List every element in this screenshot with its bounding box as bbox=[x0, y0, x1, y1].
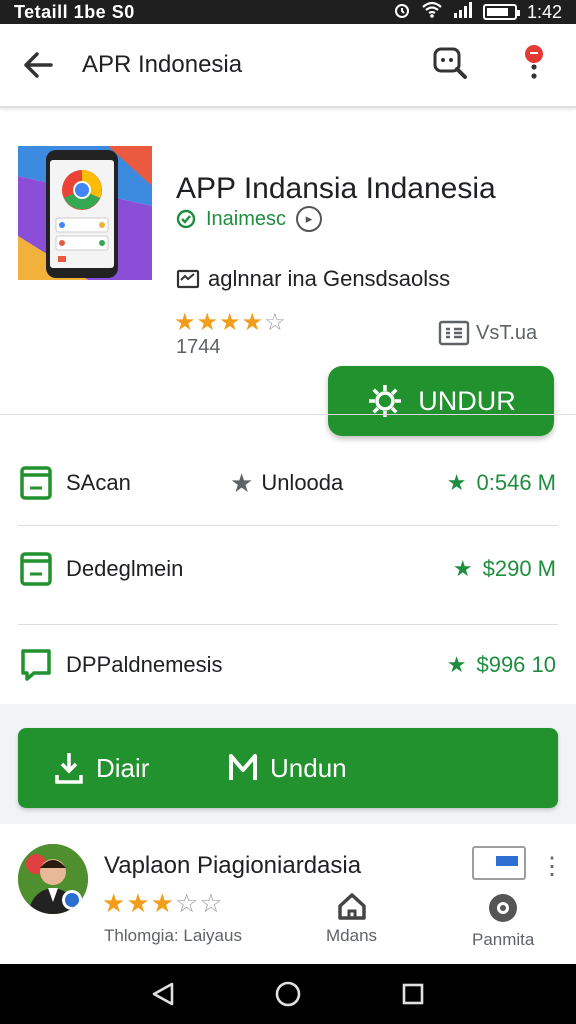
star-filled-icon: ★ bbox=[126, 888, 151, 918]
notification-icon[interactable] bbox=[512, 42, 556, 86]
review-rating-stars: ★★★☆☆ bbox=[102, 888, 224, 919]
star-empty-icon: ☆ bbox=[264, 309, 287, 336]
detail-value-text: 0:546 M bbox=[476, 470, 557, 495]
detail-value: ★ $996 10 bbox=[447, 652, 556, 678]
folder-icon bbox=[20, 466, 52, 500]
app-name: APP Indansia Indanesia bbox=[176, 172, 496, 205]
secondary-action-label: Undun bbox=[270, 752, 347, 783]
star-filled-icon: ★ bbox=[196, 309, 220, 336]
secondary-action-button[interactable]: Undun bbox=[228, 728, 347, 808]
nav-recents-icon[interactable] bbox=[391, 972, 435, 1016]
back-arrow-icon[interactable] bbox=[18, 45, 58, 85]
detail-row-1[interactable]: SAcan ★ Unlooda ★ 0:546 M bbox=[0, 434, 576, 532]
nav-back-icon[interactable] bbox=[141, 972, 185, 1016]
star-icon: ★ bbox=[446, 652, 467, 677]
review-card: Vaplaon Piagioniardasia ⋮ ★★★☆☆ Thlomgia… bbox=[0, 832, 576, 964]
app-header: APP Indansia Indanesia Inaimesc ▸ aglnna… bbox=[0, 120, 576, 436]
review-action-1[interactable]: Mdans bbox=[326, 892, 377, 946]
review-count: 1744 bbox=[176, 336, 221, 358]
install-label: UNDUR bbox=[418, 385, 516, 416]
detail-value-text: $290 M bbox=[482, 556, 556, 581]
wifi-icon bbox=[421, 1, 443, 24]
star-icon: ★ bbox=[230, 467, 254, 498]
eye-icon bbox=[489, 894, 518, 922]
nav-home-icon[interactable] bbox=[266, 972, 310, 1016]
review-action-2[interactable]: Panmita bbox=[472, 892, 534, 950]
app-screenshot-thumbnail[interactable] bbox=[18, 146, 152, 280]
install-button[interactable]: UNDUR bbox=[328, 366, 554, 436]
star-filled-icon: ★ bbox=[150, 888, 175, 918]
battery-icon bbox=[482, 4, 520, 20]
page-title: APR Indonesia bbox=[82, 51, 243, 78]
star-empty-icon: ☆ bbox=[199, 888, 224, 918]
tagline-row: aglnnar ina Gensdsaolss bbox=[176, 266, 450, 292]
action-bar: Diair Undun bbox=[18, 728, 558, 808]
version-info: VsT.ua bbox=[438, 320, 537, 346]
app-bar: APR Indonesia bbox=[0, 24, 576, 108]
folder-icon bbox=[20, 552, 52, 586]
app-rating-stars: ★★★★☆ bbox=[174, 308, 287, 337]
save-icon bbox=[229, 754, 257, 780]
star-empty-icon: ☆ bbox=[174, 888, 200, 918]
system-nav-bar bbox=[0, 964, 576, 1024]
action-section: Diair Undun bbox=[0, 704, 576, 824]
detail-label: DPPaldnemesis bbox=[66, 652, 223, 677]
reviewer-name: Vaplaon Piagioniardasia bbox=[104, 852, 362, 879]
detail-value: ★ 0:546 M bbox=[447, 470, 556, 496]
signal-icon bbox=[453, 1, 473, 24]
review-action-2-label: Panmita bbox=[472, 930, 535, 949]
detail-mid-label: Unlooda bbox=[261, 470, 344, 495]
detail-value-text: $996 10 bbox=[476, 652, 556, 677]
primary-action-button[interactable]: Diair bbox=[54, 728, 149, 808]
star-filled-icon: ★ bbox=[241, 309, 265, 336]
verified-icon bbox=[176, 209, 196, 229]
message-icon bbox=[176, 269, 200, 289]
status-left-text: Tetaill 1be S0 bbox=[14, 1, 135, 22]
detail-row-2[interactable]: Dedeglmein ★ $290 M bbox=[0, 520, 576, 618]
status-bar: Tetaill 1be S0 1:42 bbox=[0, 0, 576, 24]
search-icon[interactable] bbox=[428, 42, 472, 86]
download-icon bbox=[55, 753, 83, 784]
alarm-icon bbox=[393, 1, 411, 24]
primary-action-label: Diair bbox=[96, 752, 150, 783]
star-filled-icon: ★ bbox=[174, 309, 197, 336]
star-filled-icon: ★ bbox=[219, 309, 242, 336]
star-icon: ★ bbox=[446, 470, 467, 495]
tagline: aglnnar ina Gensdsaolss bbox=[208, 266, 451, 291]
home-icon bbox=[337, 893, 366, 920]
star-icon: ★ bbox=[452, 556, 473, 581]
status-icons: 1:42 bbox=[393, 1, 562, 24]
review-action-1-label: Mdans bbox=[326, 926, 378, 945]
detail-value: ★ $290 M bbox=[453, 556, 556, 582]
detail-label: SAcan bbox=[66, 470, 131, 495]
card-icon[interactable] bbox=[472, 846, 526, 880]
status-time: 1:42 bbox=[526, 1, 562, 22]
developer-row: Inaimesc ▸ bbox=[176, 206, 323, 232]
detail-mid: ★ Unlooda bbox=[230, 468, 343, 499]
avatar[interactable] bbox=[18, 844, 88, 914]
developer-name[interactable]: Inaimesc bbox=[206, 208, 286, 231]
star-filled-icon: ★ bbox=[102, 888, 127, 918]
chat-icon bbox=[21, 649, 51, 681]
info-icon[interactable]: ▸ bbox=[296, 206, 323, 232]
review-meta: Thlomgia: Laiyaus bbox=[104, 926, 242, 945]
version-icon bbox=[438, 320, 470, 346]
divider bbox=[0, 414, 576, 415]
more-options-icon[interactable]: ⋮ bbox=[540, 852, 564, 881]
detail-row-3[interactable]: DPPaldnemesis ★ $996 10 bbox=[0, 616, 576, 714]
detail-label: Dedeglmein bbox=[66, 556, 184, 581]
version-label: VsT.ua bbox=[476, 321, 538, 344]
app-bar-actions bbox=[428, 42, 556, 86]
